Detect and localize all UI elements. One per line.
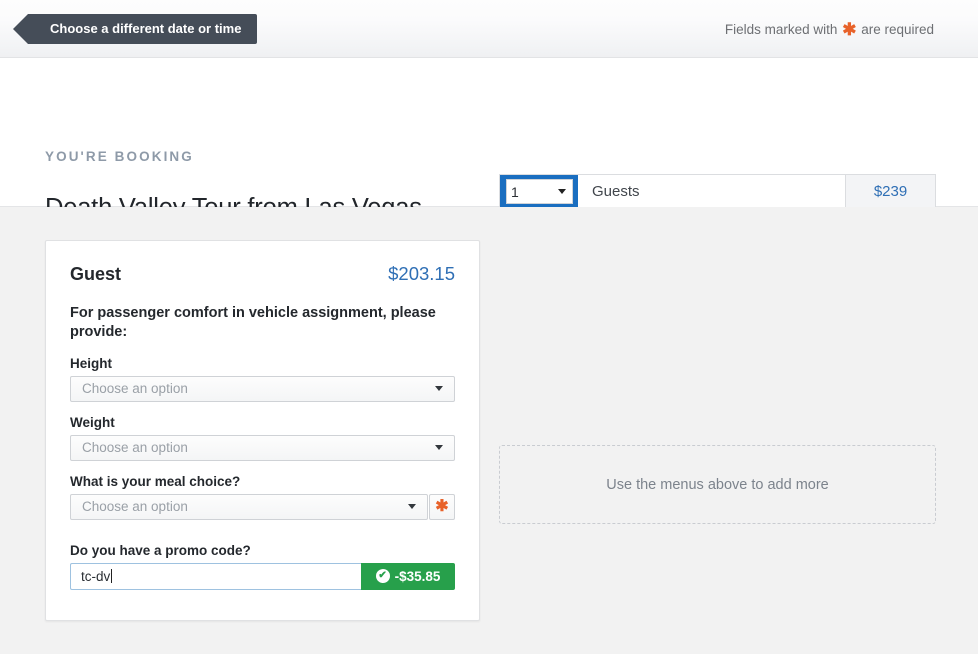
meal-choice-select[interactable]: Choose an option	[70, 493, 428, 520]
add-more-text: Use the menus above to add more	[606, 476, 829, 493]
back-tab-label: Choose a different date or time	[50, 21, 242, 36]
field-height: Height Choose an option	[70, 356, 455, 402]
required-note-text-before: Fields marked with	[724, 22, 838, 37]
chevron-down-icon	[408, 504, 416, 510]
booking-kicker: YOU'RE BOOKING	[45, 149, 194, 164]
promo-code-input[interactable]: tc-dv	[70, 562, 361, 590]
field-height-row: Choose an option	[70, 375, 455, 402]
guests-selector-row: 1 Guests $239	[499, 174, 936, 209]
field-weight-label: Weight	[70, 414, 115, 430]
field-meal-choice-label: What is your meal choice?	[70, 473, 241, 489]
guests-quantity-value: 1	[511, 183, 519, 200]
field-weight: Weight Choose an option	[70, 415, 455, 461]
guests-price: $239	[845, 175, 935, 208]
required-fields-note: Fields marked with ✱ are required	[725, 20, 934, 40]
guest-card-intro: For passenger comfort in vehicle assignm…	[70, 305, 436, 341]
meal-choice-required-badge: ✱	[429, 493, 455, 520]
guest-card-title: Guest	[70, 264, 122, 284]
meal-choice-select-value: Choose an option	[82, 499, 188, 515]
promo-discount-amount: -$35.85	[394, 568, 441, 584]
field-height-label: Height	[70, 355, 112, 371]
chevron-down-icon	[435, 386, 443, 392]
guests-label: Guests	[578, 175, 845, 208]
promo-code-row: tc-dv ✔ -$35.85	[70, 562, 455, 590]
weight-select-value: Choose an option	[82, 440, 188, 456]
asterisk-icon: ✱	[435, 497, 449, 515]
top-bar: Choose a different date or time Fields m…	[0, 0, 978, 58]
chevron-down-icon	[558, 189, 566, 194]
chevron-down-icon	[435, 445, 443, 451]
guest-card-price: $203.15	[388, 263, 455, 284]
weight-select[interactable]: Choose an option	[70, 434, 455, 461]
guest-card-header: Guest $203.15	[70, 263, 455, 285]
height-select-value: Choose an option	[82, 381, 188, 397]
promo-code-discount-badge: ✔ -$35.85	[361, 562, 455, 590]
promo-code-value: tc-dv	[81, 568, 111, 584]
asterisk-icon: ✱	[842, 20, 857, 39]
field-weight-row: Choose an option	[70, 434, 455, 461]
field-promo-code: Do you have a promo code? tc-dv ✔ -$35.8…	[70, 543, 455, 590]
height-select[interactable]: Choose an option	[70, 375, 455, 402]
field-meal-choice-row: Choose an option ✱	[70, 493, 455, 520]
check-circle-icon: ✔	[375, 569, 390, 584]
guest-form-card: Guest $203.15 For passenger comfort in v…	[45, 240, 480, 621]
field-meal-choice: What is your meal choice? Choose an opti…	[70, 474, 455, 520]
text-cursor	[111, 569, 113, 584]
field-promo-code-label: Do you have a promo code?	[70, 542, 251, 558]
add-more-placeholder: Use the menus above to add more	[499, 445, 936, 524]
guests-quantity-select[interactable]: 1	[506, 179, 573, 204]
guests-quantity-wrapper[interactable]: 1	[500, 175, 578, 208]
booking-header: YOU'RE BOOKING Death Valley Tour from La…	[0, 58, 978, 232]
body-area: Guest $203.15 For passenger comfort in v…	[0, 207, 978, 653]
required-note-text-after: are required	[861, 22, 934, 37]
choose-different-date-button[interactable]: Choose a different date or time	[12, 14, 258, 44]
